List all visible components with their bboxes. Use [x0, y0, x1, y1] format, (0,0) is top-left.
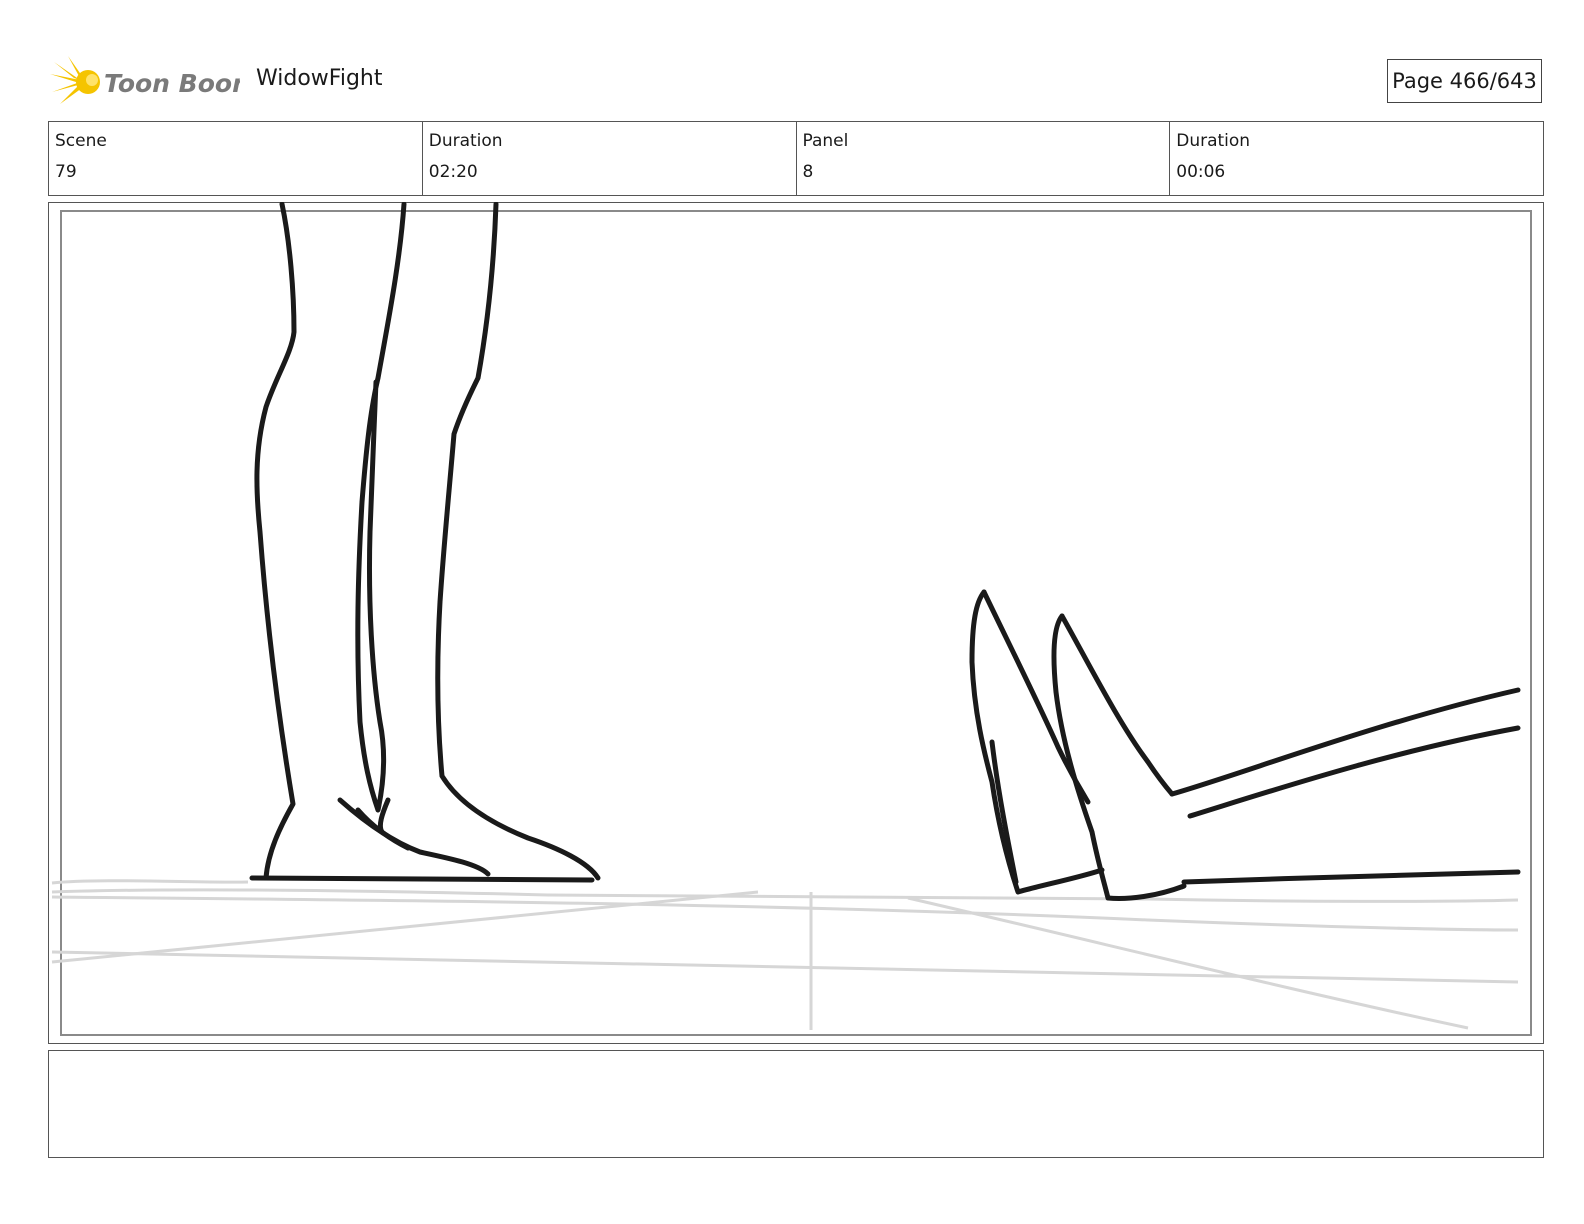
scene-duration-value: 02:20: [428, 162, 478, 182]
panel-duration-label: Duration: [1176, 131, 1251, 151]
panel-value: 8: [802, 162, 814, 182]
logo-wordmark: Toon Boom: [104, 69, 240, 98]
panel-label: Panel: [802, 131, 849, 151]
standing-legs: [249, 201, 601, 883]
panel-duration-value: 00:06: [1176, 162, 1226, 182]
document-title: WidowFight: [256, 66, 383, 91]
panel-info-table: Scene 79 Duration 02:20 Panel 8 Duration…: [48, 121, 1544, 196]
toon-boom-logo: Toon Boom: [50, 52, 258, 112]
scene-cell: Scene 79: [49, 122, 422, 195]
scene-duration-label: Duration: [428, 131, 503, 151]
starburst-icon: [50, 56, 100, 104]
fallen-figure-feet: [969, 589, 1521, 901]
scene-label: Scene: [55, 131, 107, 151]
scene-value: 79: [55, 162, 77, 182]
panel-notes-box: [48, 1050, 1544, 1158]
perspective-guide-lines: [51, 879, 1519, 1030]
scene-duration-cell: Duration 02:20: [421, 122, 796, 195]
panel-cell: Panel 8: [795, 122, 1170, 195]
page-indicator: Page 466/643: [1387, 59, 1542, 103]
storyboard-sketch: [48, 201, 1544, 1044]
panel-duration-cell: Duration 00:06: [1169, 122, 1543, 195]
